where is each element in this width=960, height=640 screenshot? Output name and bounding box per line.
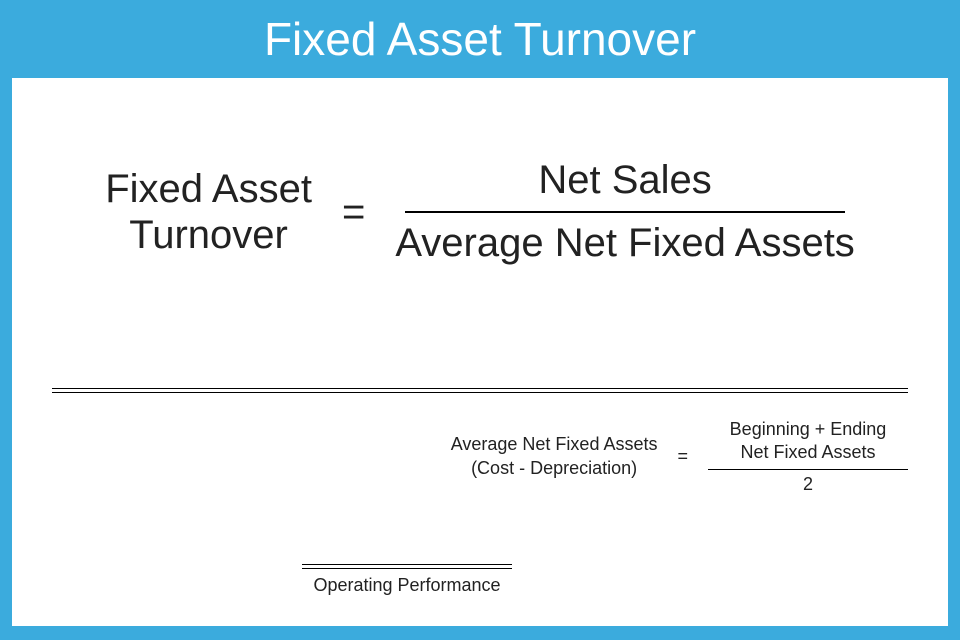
sub-num-line-1: Beginning + Ending (730, 418, 887, 441)
sub-lhs-line-1: Average Net Fixed Assets (451, 433, 658, 456)
equals-sign: = (342, 190, 365, 235)
sub-lhs-line-2: (Cost - Depreciation) (451, 457, 658, 480)
sub-formula: Average Net Fixed Assets (Cost - Depreci… (12, 418, 908, 495)
sub-formula-lhs: Average Net Fixed Assets (Cost - Depreci… (451, 433, 658, 480)
content-panel: Fixed Asset Turnover = Net Sales Average… (12, 78, 948, 626)
footer-divider (302, 564, 512, 569)
lhs-line-1: Fixed Asset (105, 166, 312, 212)
section-divider (52, 388, 908, 393)
footer-topic: Operating Performance (302, 564, 512, 596)
formula-fraction: Net Sales Average Net Fixed Assets (395, 158, 855, 266)
main-formula: Fixed Asset Turnover = Net Sales Average… (12, 78, 948, 266)
page-title: Fixed Asset Turnover (264, 12, 696, 66)
footer-text: Operating Performance (302, 575, 512, 596)
sub-formula-denominator: 2 (803, 470, 813, 495)
formula-denominator: Average Net Fixed Assets (395, 213, 855, 266)
sub-formula-numerator: Beginning + Ending Net Fixed Assets (730, 418, 887, 469)
formula-numerator: Net Sales (538, 158, 711, 211)
lhs-line-2: Turnover (105, 212, 312, 258)
sub-equals-sign: = (677, 446, 688, 467)
sub-formula-fraction: Beginning + Ending Net Fixed Assets 2 (708, 418, 908, 495)
formula-lhs: Fixed Asset Turnover (105, 166, 312, 258)
sub-num-line-2: Net Fixed Assets (730, 441, 887, 464)
